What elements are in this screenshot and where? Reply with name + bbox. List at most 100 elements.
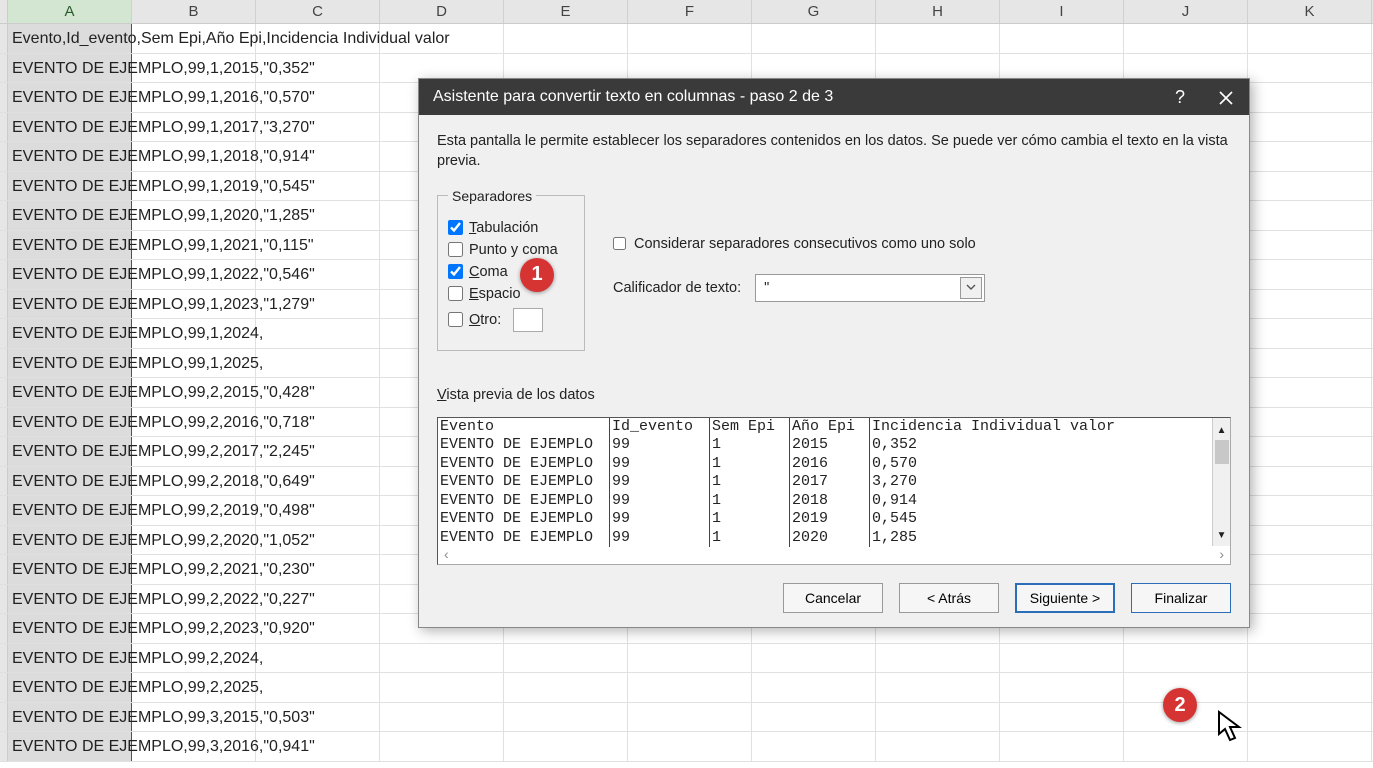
cell-A[interactable]: EVENTO DE EJEMPLO,99,1,2015,"0,352" bbox=[8, 54, 132, 83]
cell-K[interactable] bbox=[1248, 585, 1372, 614]
column-header-C[interactable]: C bbox=[256, 0, 380, 23]
cell-G[interactable] bbox=[752, 732, 876, 761]
next-button[interactable]: Siguiente > bbox=[1015, 583, 1115, 613]
cell-A[interactable]: EVENTO DE EJEMPLO,99,2,2015,"0,428" bbox=[8, 378, 132, 407]
scroll-down-icon[interactable]: ▾ bbox=[1217, 525, 1226, 544]
cell-K[interactable] bbox=[1248, 408, 1372, 437]
scroll-right-icon[interactable]: › bbox=[1219, 546, 1224, 562]
cell-K[interactable] bbox=[1248, 673, 1372, 702]
cell-G[interactable] bbox=[752, 673, 876, 702]
cell-A[interactable]: EVENTO DE EJEMPLO,99,1,2024, bbox=[8, 319, 132, 348]
cell-G[interactable] bbox=[752, 703, 876, 732]
cell-J[interactable] bbox=[1124, 644, 1248, 673]
cell-E[interactable] bbox=[504, 644, 628, 673]
cell-K[interactable] bbox=[1248, 555, 1372, 584]
column-header-F[interactable]: F bbox=[628, 0, 752, 23]
cell-K[interactable] bbox=[1248, 614, 1372, 643]
preview-vscroll[interactable]: ▴ ▾ bbox=[1212, 418, 1230, 546]
cell-A[interactable]: EVENTO DE EJEMPLO,99,1,2017,"3,270" bbox=[8, 113, 132, 142]
cell-A[interactable]: EVENTO DE EJEMPLO,99,2,2017,"2,245" bbox=[8, 437, 132, 466]
scroll-up-icon[interactable]: ▴ bbox=[1217, 420, 1226, 439]
cell-K[interactable] bbox=[1248, 290, 1372, 319]
cell-F[interactable] bbox=[628, 644, 752, 673]
cell-K[interactable] bbox=[1248, 467, 1372, 496]
cell-K[interactable] bbox=[1248, 142, 1372, 171]
column-header-I[interactable]: I bbox=[1000, 0, 1124, 23]
cell-I[interactable] bbox=[1000, 732, 1124, 761]
cell-A[interactable]: EVENTO DE EJEMPLO,99,1,2019,"0,545" bbox=[8, 172, 132, 201]
column-header-J[interactable]: J bbox=[1124, 0, 1248, 23]
cell-A[interactable]: EVENTO DE EJEMPLO,99,1,2018,"0,914" bbox=[8, 142, 132, 171]
column-header-K[interactable]: K bbox=[1248, 0, 1372, 23]
cell-J[interactable] bbox=[1124, 24, 1248, 53]
cell-F[interactable] bbox=[628, 732, 752, 761]
cell-G[interactable] bbox=[752, 644, 876, 673]
checkbox-consecutive[interactable] bbox=[613, 237, 626, 250]
cell-A[interactable]: EVENTO DE EJEMPLO,99,1,2016,"0,570" bbox=[8, 83, 132, 112]
checkbox-comma[interactable] bbox=[448, 264, 463, 279]
cell-K[interactable] bbox=[1248, 526, 1372, 555]
cell-A[interactable]: EVENTO DE EJEMPLO,99,1,2023,"1,279" bbox=[8, 290, 132, 319]
cell-C[interactable] bbox=[256, 319, 380, 348]
cell-K[interactable] bbox=[1248, 319, 1372, 348]
column-header-E[interactable]: E bbox=[504, 0, 628, 23]
cell-K[interactable] bbox=[1248, 54, 1372, 83]
cell-F[interactable] bbox=[628, 703, 752, 732]
qualifier-select[interactable]: " bbox=[755, 274, 985, 302]
cell-F[interactable] bbox=[628, 673, 752, 702]
checkbox-space[interactable] bbox=[448, 286, 463, 301]
cell-K[interactable] bbox=[1248, 644, 1372, 673]
cell-H[interactable] bbox=[876, 644, 1000, 673]
cell-A[interactable]: EVENTO DE EJEMPLO,99,3,2015,"0,503" bbox=[8, 703, 132, 732]
cell-D[interactable] bbox=[380, 644, 504, 673]
cell-D[interactable] bbox=[380, 732, 504, 761]
preview-hscroll[interactable]: ‹ › bbox=[438, 544, 1230, 564]
checkbox-tab[interactable] bbox=[448, 220, 463, 235]
cell-A[interactable]: EVENTO DE EJEMPLO,99,1,2020,"1,285" bbox=[8, 201, 132, 230]
column-header-G[interactable]: G bbox=[752, 0, 876, 23]
cell-K[interactable] bbox=[1248, 201, 1372, 230]
cell-K[interactable] bbox=[1248, 83, 1372, 112]
cell-A[interactable]: EVENTO DE EJEMPLO,99,2,2020,"1,052" bbox=[8, 526, 132, 555]
cell-I[interactable] bbox=[1000, 673, 1124, 702]
cell-K[interactable] bbox=[1248, 260, 1372, 289]
cell-I[interactable] bbox=[1000, 24, 1124, 53]
cell-H[interactable] bbox=[876, 703, 1000, 732]
cell-G[interactable] bbox=[752, 24, 876, 53]
dialog-titlebar[interactable]: Asistente para convertir texto en column… bbox=[419, 79, 1249, 115]
column-header-A[interactable]: A bbox=[8, 0, 132, 23]
back-button[interactable]: < Atrás bbox=[899, 583, 999, 613]
column-header-D[interactable]: D bbox=[380, 0, 504, 23]
cell-E[interactable] bbox=[504, 732, 628, 761]
cell-D[interactable] bbox=[380, 703, 504, 732]
checkbox-other[interactable] bbox=[448, 312, 463, 327]
cell-K[interactable] bbox=[1248, 349, 1372, 378]
cell-H[interactable] bbox=[876, 732, 1000, 761]
cell-K[interactable] bbox=[1248, 703, 1372, 732]
cell-F[interactable] bbox=[628, 24, 752, 53]
cell-A[interactable]: EVENTO DE EJEMPLO,99,2,2025, bbox=[8, 673, 132, 702]
scroll-left-icon[interactable]: ‹ bbox=[444, 546, 449, 562]
cell-A[interactable]: EVENTO DE EJEMPLO,99,2,2022,"0,227" bbox=[8, 585, 132, 614]
cell-C[interactable] bbox=[256, 673, 380, 702]
cell-E[interactable] bbox=[504, 673, 628, 702]
cell-A[interactable]: EVENTO DE EJEMPLO,99,3,2016,"0,941" bbox=[8, 732, 132, 761]
cell-H[interactable] bbox=[876, 24, 1000, 53]
cell-A[interactable]: EVENTO DE EJEMPLO,99,2,2024, bbox=[8, 644, 132, 673]
cell-A[interactable]: EVENTO DE EJEMPLO,99,2,2023,"0,920" bbox=[8, 614, 132, 643]
cell-I[interactable] bbox=[1000, 644, 1124, 673]
cell-A[interactable]: Evento,Id_evento,Sem Epi,Año Epi,Inciden… bbox=[8, 24, 132, 53]
checkbox-semicolon[interactable] bbox=[448, 242, 463, 257]
cell-A[interactable]: EVENTO DE EJEMPLO,99,2,2019,"0,498" bbox=[8, 496, 132, 525]
cell-E[interactable] bbox=[504, 703, 628, 732]
column-header-H[interactable]: H bbox=[876, 0, 1000, 23]
cell-A[interactable]: EVENTO DE EJEMPLO,99,1,2022,"0,546" bbox=[8, 260, 132, 289]
cell-A[interactable]: EVENTO DE EJEMPLO,99,2,2016,"0,718" bbox=[8, 408, 132, 437]
cell-A[interactable]: EVENTO DE EJEMPLO,99,2,2021,"0,230" bbox=[8, 555, 132, 584]
cell-K[interactable] bbox=[1248, 172, 1372, 201]
cell-D[interactable] bbox=[380, 673, 504, 702]
chevron-down-icon[interactable] bbox=[960, 277, 982, 299]
cell-I[interactable] bbox=[1000, 703, 1124, 732]
cell-A[interactable]: EVENTO DE EJEMPLO,99,1,2025, bbox=[8, 349, 132, 378]
cell-K[interactable] bbox=[1248, 113, 1372, 142]
